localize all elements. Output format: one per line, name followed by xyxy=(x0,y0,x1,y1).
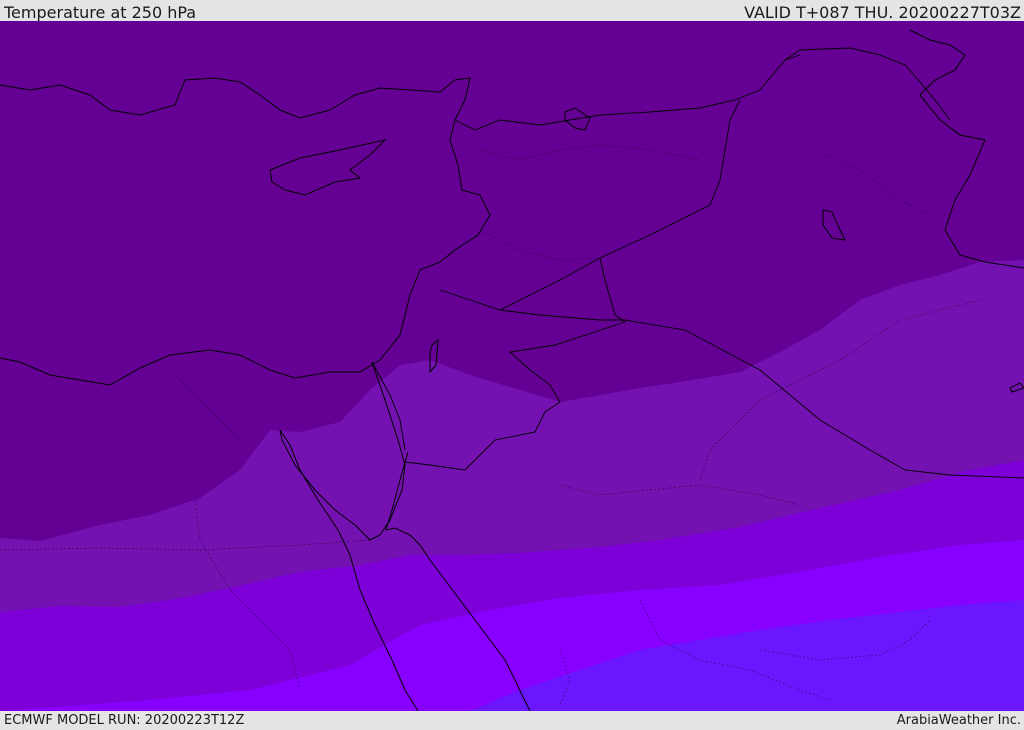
valid-time-label: VALID T+087 THU. 20200227T03Z xyxy=(744,3,1021,22)
header-bar: Temperature at 250 hPa VALID T+087 THU. … xyxy=(0,0,1024,22)
footer-bar: ECMWF MODEL RUN: 20200223T12Z ArabiaWeat… xyxy=(0,711,1024,729)
model-run-label: ECMWF MODEL RUN: 20200223T12Z xyxy=(4,713,245,728)
weather-map xyxy=(0,21,1024,711)
map-title: Temperature at 250 hPa xyxy=(4,3,197,22)
credit-label: ArabiaWeather Inc. xyxy=(896,713,1021,728)
